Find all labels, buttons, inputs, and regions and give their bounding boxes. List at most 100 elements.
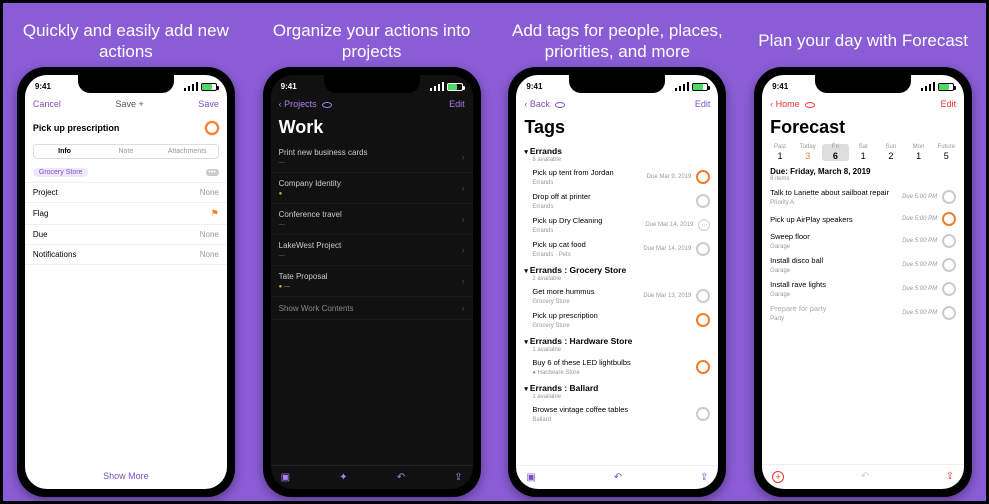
task-row[interactable]: Install disco ballGarageDue 5:00 PM — [762, 253, 964, 277]
list-item[interactable]: Print new business cards—› — [271, 142, 473, 173]
show-more-button[interactable]: Show More — [25, 463, 227, 489]
signal-icon — [921, 82, 935, 91]
status-circle-icon[interactable] — [696, 170, 710, 184]
task-row[interactable]: Prepare for partyPartyDue 5:00 PM — [762, 301, 964, 325]
undo-icon[interactable]: ↶ — [397, 472, 405, 483]
chevron-right-icon: › — [462, 276, 465, 286]
task-row[interactable]: Pick up tent from JordanErrandsDue Mar 9… — [516, 165, 718, 189]
status-circle-icon[interactable] — [942, 190, 956, 204]
seg-note[interactable]: Note — [95, 145, 156, 158]
task-row[interactable]: Drop off at printerErrands — [516, 189, 718, 213]
cal-day-selected[interactable]: Fri6 — [822, 144, 850, 161]
cal-day[interactable]: Sat1 — [849, 144, 877, 161]
toolbar: ▣ ↶ ⇪ — [516, 465, 718, 489]
task-row[interactable]: Get more hummusGrocery StoreDue Mar 13, … — [516, 284, 718, 308]
toolbar: ▣ ✦ ↶ ⇪ — [271, 465, 473, 489]
edit-button[interactable]: Edit — [449, 99, 465, 109]
folder-icon[interactable]: ▣ — [281, 472, 290, 483]
back-button[interactable]: ‹ Home — [770, 99, 815, 109]
seg-info[interactable]: Info — [34, 145, 95, 158]
status-circle-icon[interactable] — [696, 289, 710, 303]
section-header[interactable]: Errands — [516, 142, 718, 157]
task-row[interactable]: Sweep floorGarageDue 5:00 PM — [762, 229, 964, 253]
add-icon[interactable] — [772, 471, 784, 483]
status-circle-icon[interactable] — [942, 234, 956, 248]
more-icon[interactable]: ⋯ — [698, 219, 710, 231]
status-circle-icon[interactable] — [942, 212, 956, 226]
task-row[interactable]: Pick up Dry CleaningErrandsDue Mar 14, 2… — [516, 213, 718, 237]
list-item[interactable]: Company Identity●› — [271, 173, 473, 204]
task-title[interactable]: Pick up prescription — [33, 123, 120, 133]
share-icon[interactable]: ⇪ — [700, 472, 708, 483]
section-header[interactable]: Errands : Hardware Store — [516, 332, 718, 347]
list-item[interactable]: Tate Proposal● —› — [271, 266, 473, 297]
status-circle-icon[interactable] — [696, 313, 710, 327]
cal-day[interactable]: Past1 — [766, 144, 794, 161]
add-icon[interactable]: ✦ — [339, 472, 347, 483]
chevron-right-icon: › — [462, 152, 465, 162]
chevron-right-icon: › — [462, 303, 465, 313]
undo-icon[interactable]: ↶ — [861, 471, 869, 483]
share-icon[interactable]: ⇪ — [946, 471, 954, 483]
project-value[interactable]: None — [200, 188, 219, 197]
more-icon[interactable]: ••• — [206, 169, 219, 176]
notch — [324, 75, 420, 93]
undo-icon[interactable]: ↶ — [614, 472, 622, 483]
list-item[interactable]: LakeWest Project—› — [271, 235, 473, 266]
battery-icon — [692, 83, 708, 91]
share-icon[interactable]: ⇪ — [454, 472, 462, 483]
caption: Organize your actions into projects — [255, 15, 489, 67]
notch — [78, 75, 174, 93]
chevron-right-icon: › — [462, 183, 465, 193]
status-circle-icon[interactable] — [696, 360, 710, 374]
edit-button[interactable]: Edit — [695, 99, 711, 109]
due-value[interactable]: None — [200, 230, 219, 239]
cal-day[interactable]: Mon1 — [905, 144, 933, 161]
task-row[interactable]: Talk to Lanette about sailboat repairPri… — [762, 185, 964, 209]
section-header[interactable]: Errands : Grocery Store — [516, 261, 718, 276]
list-item[interactable]: Conference travel—› — [271, 204, 473, 235]
section-header[interactable]: Errands : Ballard — [516, 379, 718, 394]
cal-day[interactable]: Today3 — [794, 144, 822, 161]
status-time: 9:41 — [772, 82, 788, 91]
task-row[interactable]: Buy 6 of these LED lightbulbs● Hardware … — [516, 355, 718, 379]
list-item[interactable]: Show Work Contents› — [271, 297, 473, 320]
screen: 9:41 Cancel Save + Save Pick up prescrip… — [25, 75, 227, 489]
task-row[interactable]: Pick up prescriptionGrocery Store — [516, 308, 718, 332]
tag-chip[interactable]: Grocery Store — [33, 168, 89, 177]
notifications-value[interactable]: None — [200, 250, 219, 259]
cancel-button[interactable]: Cancel — [33, 99, 61, 109]
status-circle-icon[interactable] — [942, 258, 956, 272]
promo-panel-1: Quickly and easily add new actions 9:41 … — [3, 3, 249, 501]
status-circle-icon[interactable] — [942, 282, 956, 296]
status-circle-icon[interactable] — [942, 306, 956, 320]
save-plus-button[interactable]: Save + — [115, 99, 143, 109]
notifications-label: Notifications — [33, 250, 77, 259]
forecast-list: Talk to Lanette about sailboat repairPri… — [762, 185, 964, 464]
back-button[interactable]: ‹ Projects — [279, 99, 333, 109]
folder-icon[interactable]: ▣ — [526, 472, 535, 483]
nav-bar: ‹ Home Edit — [762, 95, 964, 113]
task-row[interactable]: Browse vintage coffee tablesBallard — [516, 402, 718, 426]
seg-attachments[interactable]: Attachments — [157, 145, 218, 158]
eye-icon — [805, 102, 815, 108]
task-row[interactable]: Pick up cat foodErrands · PetsDue Mar 14… — [516, 237, 718, 261]
edit-button[interactable]: Edit — [941, 99, 957, 109]
status-circle-icon[interactable] — [696, 407, 710, 421]
status-circle-icon[interactable] — [696, 242, 710, 256]
task-row[interactable]: Install rave lightsGarageDue 5:00 PM — [762, 277, 964, 301]
segment-control[interactable]: Info Note Attachments — [33, 144, 219, 159]
cal-day[interactable]: Future5 — [932, 144, 960, 161]
task-row[interactable]: Pick up AirPlay speakersDue 5:00 PM — [762, 209, 964, 229]
status-circle-icon[interactable] — [696, 194, 710, 208]
phone-frame: 9:41 ‹ Home Edit Forecast Past1 Today3 F… — [754, 67, 972, 497]
calendar-strip[interactable]: Past1 Today3 Fri6 Sat1 Sun2 Mon1 Future5 — [762, 142, 964, 163]
due-header: Due: Friday, March 8, 2019 — [762, 163, 964, 176]
cal-day[interactable]: Sun2 — [877, 144, 905, 161]
status-circle-icon[interactable] — [205, 121, 219, 135]
flag-icon[interactable]: ⚑ — [211, 208, 219, 219]
back-button[interactable]: ‹ Back — [524, 99, 565, 109]
caption: Add tags for people, places, priorities,… — [501, 15, 735, 67]
promo-panel-3: Add tags for people, places, priorities,… — [495, 3, 741, 501]
save-button[interactable]: Save — [198, 99, 219, 109]
